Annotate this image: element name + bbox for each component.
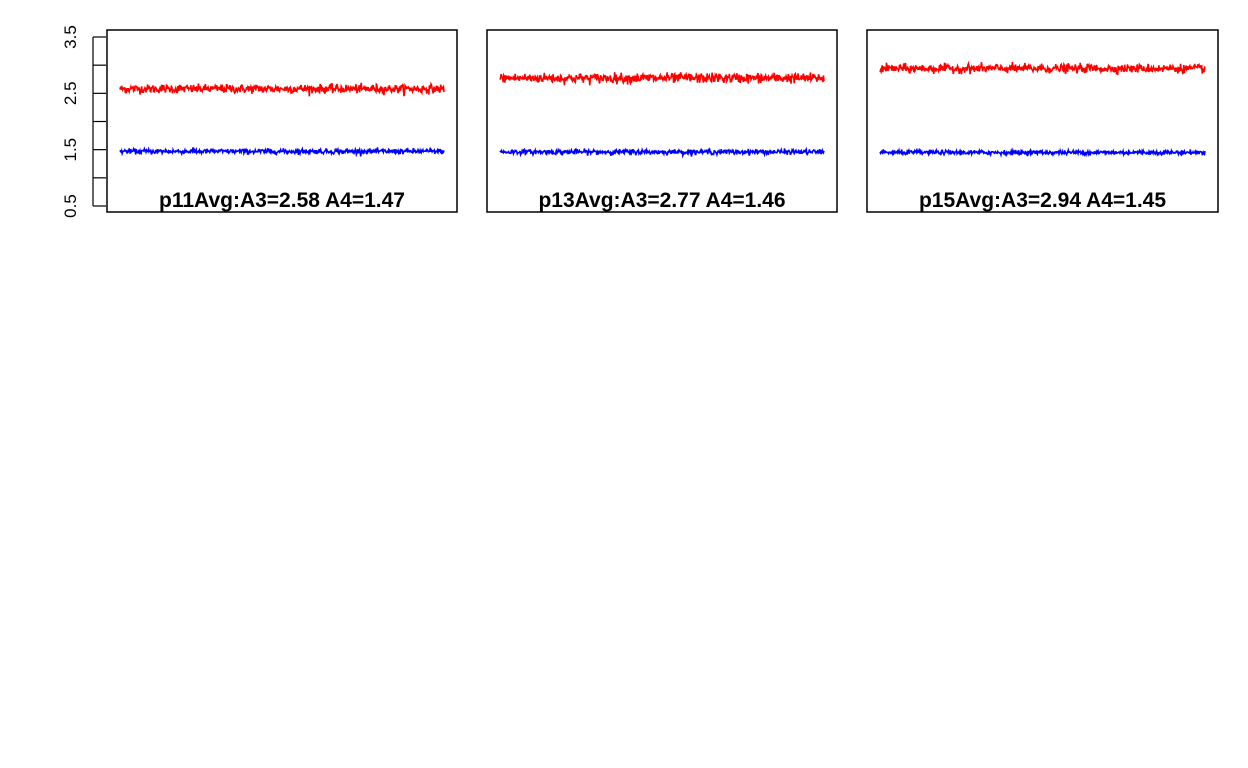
- y-tick-label: 2.5: [61, 81, 80, 105]
- panel-title: p15Avg:A3=2.94 A4=1.45: [919, 189, 1166, 212]
- chart-panel-3: p15Avg:A3=2.94 A4=1.45: [866, 29, 1219, 213]
- series-line-2: [499, 146, 825, 159]
- plot-frame: [866, 29, 1219, 213]
- y-tick-label: 3.5: [61, 25, 80, 49]
- y-axis: 0.5 1.5 2.5 3.5: [61, 25, 106, 218]
- series-line-1: [879, 60, 1206, 76]
- chart-panel-2: p13Avg:A3=2.77 A4=1.46: [486, 29, 838, 213]
- plot-frame: [106, 29, 458, 213]
- y-tick-label: 1.5: [61, 138, 80, 162]
- panel-title: p13Avg:A3=2.77 A4=1.46: [538, 189, 785, 212]
- series-line-1: [499, 71, 825, 86]
- chart-canvas: 0.5 1.5 2.5 3.5 p11Avg:A3=2.58 A4=1.47 p13Av…: [61, 25, 1219, 218]
- y-tick-label: 0.5: [61, 194, 80, 218]
- chart-panel-1: p11Avg:A3=2.58 A4=1.47: [106, 29, 458, 213]
- series-line-2: [879, 147, 1206, 159]
- plot-frame: [486, 29, 838, 213]
- series-line-2: [119, 146, 445, 158]
- series-line-1: [119, 81, 445, 97]
- chart-panels: p11Avg:A3=2.58 A4=1.47 p13Avg:A3=2.77 A4=…: [106, 29, 1219, 213]
- panel-title: p11Avg:A3=2.58 A4=1.47: [159, 189, 405, 212]
